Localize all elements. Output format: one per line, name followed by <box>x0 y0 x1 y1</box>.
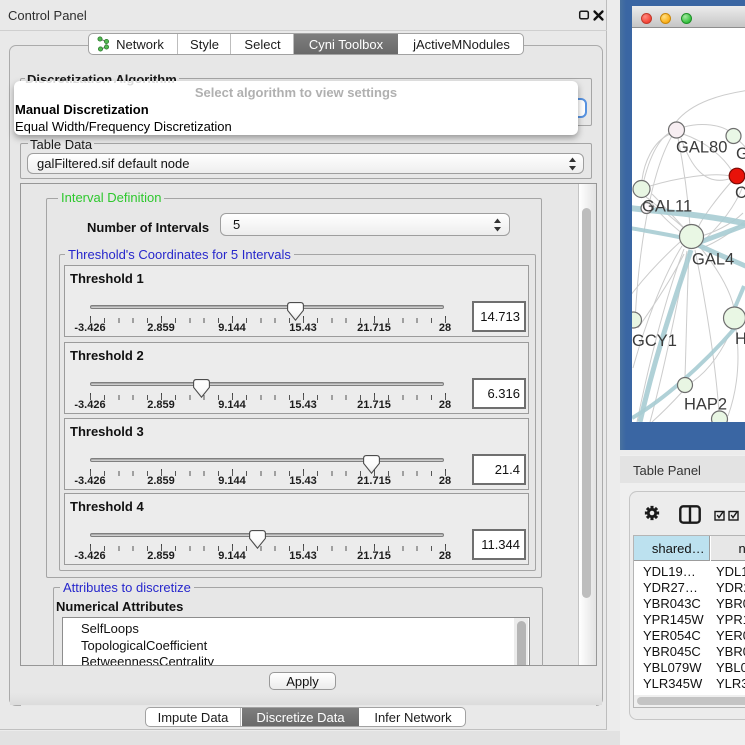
svg-text:GCY1: GCY1 <box>632 332 677 350</box>
svg-text:GAL11: GAL11 <box>642 198 692 216</box>
svg-text:HAP2: HAP2 <box>684 396 727 414</box>
svg-text:CR: CR <box>735 184 745 202</box>
svg-text:GAL80: GAL80 <box>676 139 727 157</box>
svg-text:GA: GA <box>736 145 745 163</box>
svg-text:H: H <box>735 330 745 348</box>
svg-text:GAL4: GAL4 <box>692 251 734 269</box>
